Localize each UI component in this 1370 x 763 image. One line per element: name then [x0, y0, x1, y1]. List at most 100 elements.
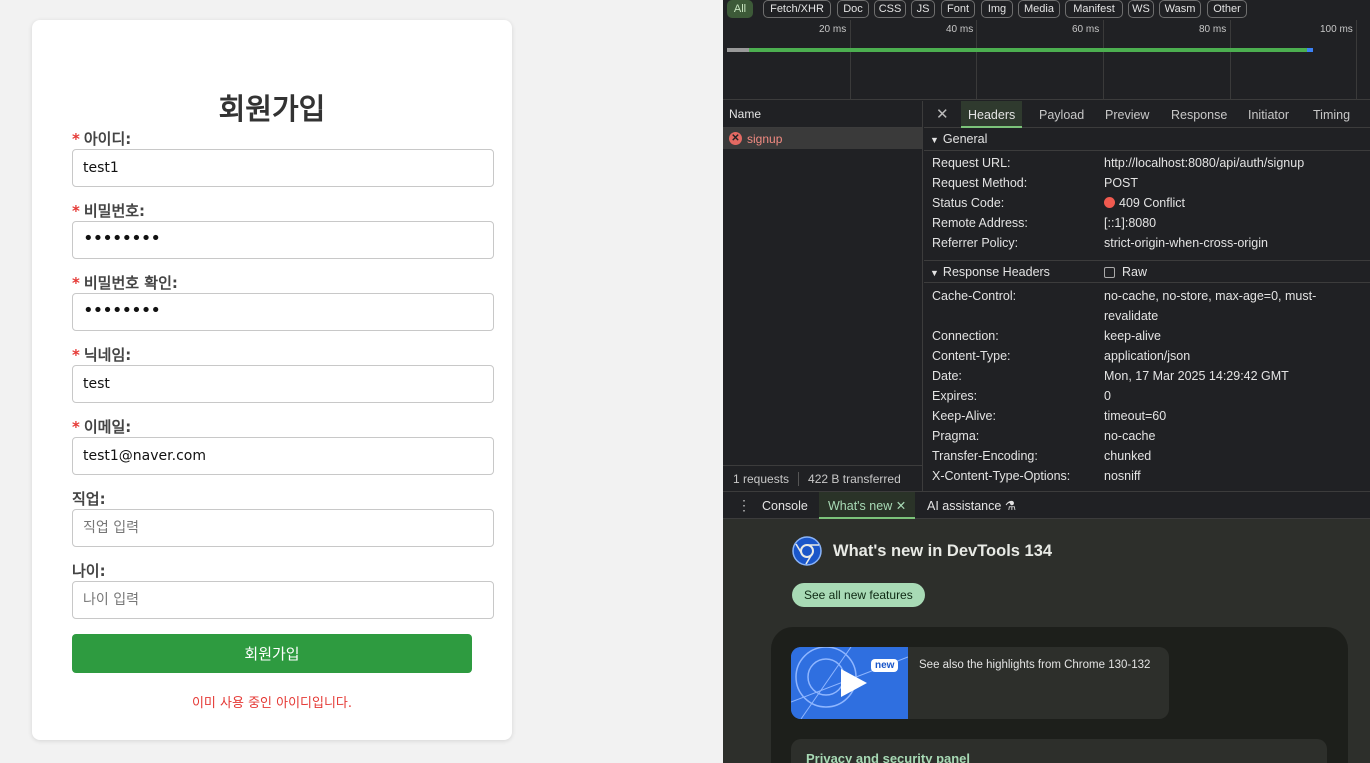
label-text: 나이: — [72, 562, 106, 580]
request-row[interactable]: ✕ signup — [723, 128, 922, 149]
timeline-tick: 100 ms — [1320, 24, 1353, 35]
waterfall-bar — [727, 48, 749, 52]
header-key: Pragma: — [932, 429, 980, 443]
tab-console[interactable]: Console — [762, 492, 808, 519]
new-badge: new — [871, 659, 899, 672]
filter-wasm[interactable]: Wasm — [1159, 0, 1201, 18]
close-icon[interactable]: ✕ — [936, 105, 949, 123]
response-headers-section-header[interactable]: ▼ Response Headers Raw — [924, 260, 1370, 283]
general-rows: Request URL: http://localhost:8080/api/au… — [924, 151, 1370, 253]
header-row: Referrer Policy: strict-origin-when-cross… — [924, 233, 1370, 253]
job-input[interactable] — [72, 509, 494, 547]
tab-preview[interactable]: Preview — [1105, 101, 1149, 128]
section-title: General — [942, 132, 988, 146]
label-email: * 이메일: — [72, 416, 131, 437]
header-key: Content-Type: — [932, 349, 1011, 363]
header-value: 0 — [1104, 389, 1111, 403]
header-value: no-cache, no-store, max-age=0, must-reva… — [1104, 289, 1317, 323]
header-value: timeout=60 — [1104, 409, 1167, 423]
header-key: Connection: — [932, 329, 999, 343]
header-key: Request URL: — [932, 156, 1011, 170]
header-row: X-Content-Type-Options: nosniff — [924, 466, 1370, 486]
label-nickname: * 닉네임: — [72, 344, 131, 365]
nickname-input[interactable] — [72, 365, 494, 403]
filter-font[interactable]: Font — [941, 0, 975, 18]
header-value: keep-alive — [1104, 329, 1161, 343]
whats-new-panel: What's new in DevTools 134 See all new f… — [723, 519, 1370, 763]
raw-checkbox[interactable] — [1104, 267, 1115, 278]
header-row: Status Code: 409 Conflict — [924, 193, 1370, 213]
label-id: * 아이디: — [72, 128, 131, 149]
transferred-size: 422 B transferred — [808, 471, 901, 486]
error-message: 이미 사용 중인 아이디입니다. — [191, 696, 353, 711]
divider — [798, 471, 800, 486]
header-key: Referrer Policy: — [932, 236, 1019, 250]
tab-initiator[interactable]: Initiator — [1248, 101, 1289, 128]
label-password: * 비밀번호: — [72, 200, 145, 221]
header-value: no-cache — [1104, 429, 1156, 443]
password-confirm-input[interactable]: •••••••• — [72, 293, 494, 331]
header-key: Transfer-Encoding: — [932, 449, 1038, 463]
more-options-icon[interactable]: ⋮ — [737, 497, 751, 514]
network-filter-bar: All Fetch/XHR Doc CSS JS Font Img Media … — [723, 0, 1370, 20]
filter-other[interactable]: Other — [1207, 0, 1247, 18]
expand-triangle-icon: ▼ — [930, 135, 939, 145]
name-column-header[interactable]: Name — [723, 101, 922, 128]
filter-all[interactable]: All — [727, 0, 753, 18]
header-key: Expires: — [932, 389, 978, 403]
expand-triangle-icon: ▼ — [930, 268, 939, 278]
header-key: Request Method: — [932, 176, 1028, 190]
filter-img[interactable]: Img — [981, 0, 1013, 18]
header-value: [::1]:8080 — [1104, 216, 1157, 230]
label-text: 닉네임: — [83, 346, 132, 364]
required-mark: * — [72, 274, 80, 292]
filter-media[interactable]: Media — [1018, 0, 1060, 18]
age-input[interactable] — [72, 581, 494, 619]
label-text: 아이디: — [83, 130, 132, 148]
header-key: Date: — [932, 369, 962, 383]
response-header-rows: Cache-Control: no-cache, no-store, max-ag… — [924, 283, 1370, 486]
header-key: Status Code: — [932, 196, 1005, 210]
header-value: strict-origin-when-cross-origin — [1104, 236, 1268, 250]
tab-payload[interactable]: Payload — [1039, 101, 1084, 128]
gridline — [1230, 20, 1231, 100]
header-row: Connection: keep-alive — [924, 326, 1370, 346]
tab-label: AI assistance — [927, 499, 1002, 513]
filter-fetch-xhr[interactable]: Fetch/XHR — [763, 0, 831, 18]
close-icon[interactable]: ✕ — [896, 499, 906, 513]
tab-timing[interactable]: Timing — [1313, 101, 1350, 128]
id-input[interactable] — [72, 149, 494, 187]
filter-js[interactable]: JS — [911, 0, 935, 18]
label-age: 나이: — [72, 560, 106, 581]
webpage-viewport: 회원가입 *아이디: *비밀번호: •••••••• *비밀번호 확인: •••… — [0, 0, 723, 763]
tab-response[interactable]: Response — [1171, 101, 1227, 128]
header-value: application/json — [1104, 349, 1191, 363]
flask-icon: ⚗ — [1004, 499, 1017, 513]
email-input[interactable] — [72, 437, 494, 475]
tab-headers[interactable]: Headers — [961, 101, 1023, 128]
network-timeline[interactable]: 20 ms 40 ms 60 ms 80 ms 100 ms — [723, 20, 1370, 100]
gridline — [1103, 20, 1104, 100]
waterfall-bar — [1307, 48, 1313, 52]
tab-whats-new[interactable]: What's new ✕ — [819, 492, 916, 519]
request-name: signup — [747, 131, 783, 146]
filter-doc[interactable]: Doc — [837, 0, 869, 18]
privacy-security-card[interactable]: Privacy and security panel — [791, 739, 1327, 763]
password-input[interactable]: •••••••• — [72, 221, 494, 259]
timeline-tick: 60 ms — [1072, 24, 1100, 35]
filter-manifest[interactable]: Manifest — [1065, 0, 1123, 18]
request-details: ✕ Headers Payload Preview Response Initi… — [924, 101, 1370, 491]
header-value: nosniff — [1104, 469, 1141, 483]
general-section-header[interactable]: ▼ General — [924, 128, 1370, 151]
filter-css[interactable]: CSS — [874, 0, 906, 18]
highlights-promo[interactable]: new See also the highlights from Chrome … — [791, 647, 1169, 719]
filter-ws[interactable]: WS — [1128, 0, 1154, 18]
gridline — [850, 20, 851, 100]
gridline — [976, 20, 977, 100]
see-all-features-button[interactable]: See all new features — [792, 583, 925, 607]
privacy-title: Privacy and security panel — [806, 751, 971, 763]
tab-ai-assistance[interactable]: AI assistance ⚗ — [927, 492, 1016, 519]
header-key: Cache-Control: — [932, 289, 1017, 303]
signup-submit-button[interactable]: 회원가입 — [72, 634, 472, 673]
header-row: Keep-Alive: timeout=60 — [924, 406, 1370, 426]
